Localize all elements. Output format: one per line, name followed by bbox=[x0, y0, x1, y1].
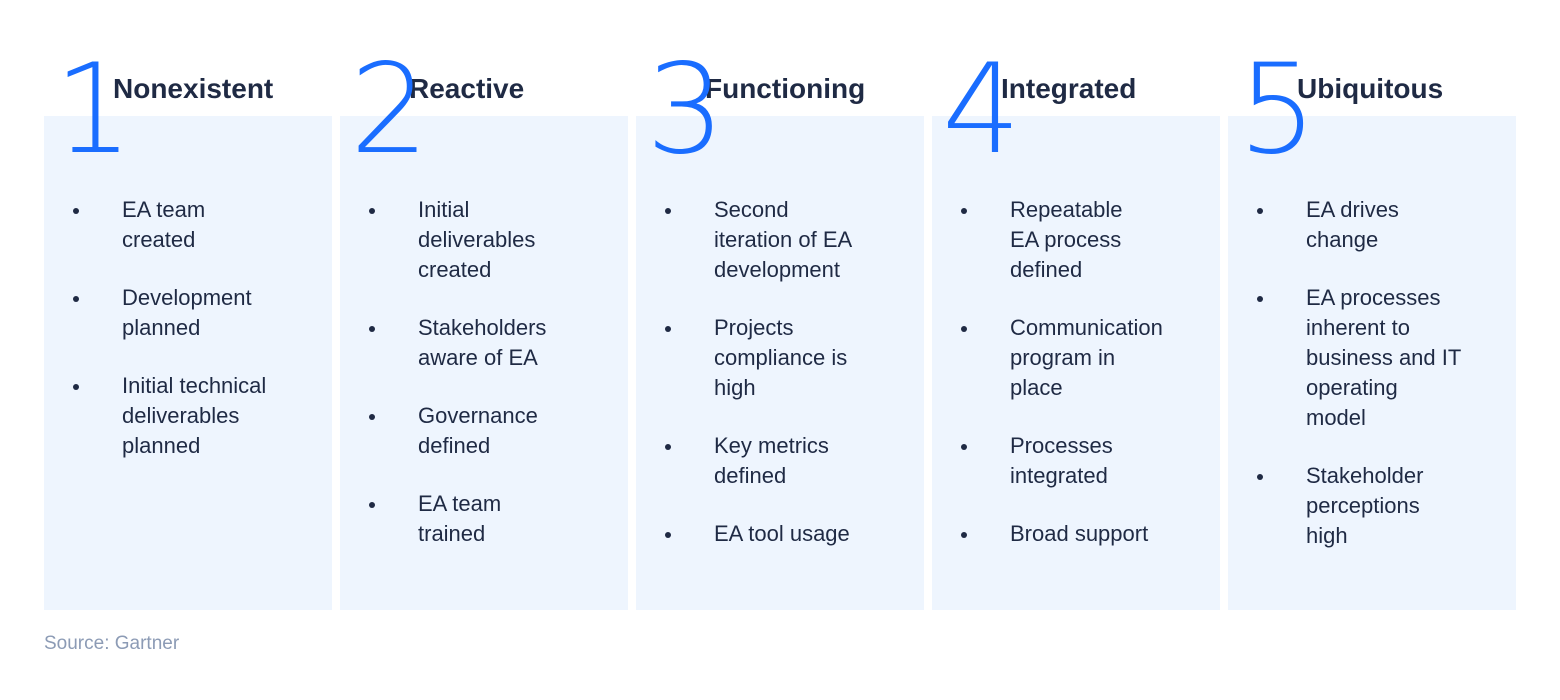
list-item: Projects compliance is high bbox=[636, 313, 924, 403]
list-item: Broad support bbox=[932, 519, 1220, 549]
bullet-icon bbox=[665, 532, 671, 538]
stage-column: 4 Integrated Repeatable EA process defin… bbox=[932, 0, 1220, 610]
bullet-icon bbox=[961, 444, 967, 450]
list-item-text: Governance defined bbox=[418, 403, 538, 458]
stage-title: Functioning bbox=[705, 73, 866, 104]
list-item-text: Processes integrated bbox=[1010, 433, 1113, 488]
stage-list: Initial deliverables created Stakeholders… bbox=[340, 195, 628, 577]
list-item-text: EA team created bbox=[122, 197, 206, 252]
stage-column: 5 Ubiquitous EA drives change EA processe… bbox=[1228, 0, 1516, 610]
list-item-text: Initial deliverables created bbox=[418, 197, 536, 282]
bullet-icon bbox=[665, 444, 671, 450]
list-item: EA team created bbox=[44, 195, 332, 255]
list-item-text: Communication program in place bbox=[1010, 315, 1163, 400]
list-item: Stakeholders aware of EA bbox=[340, 313, 628, 373]
bullet-icon bbox=[665, 326, 671, 332]
list-item-text: Development planned bbox=[122, 285, 252, 340]
list-item: Repeatable EA process defined bbox=[932, 195, 1220, 285]
list-item: Governance defined bbox=[340, 401, 628, 461]
list-item: Second iteration of EA development bbox=[636, 195, 924, 285]
stage-number: 2 bbox=[350, 38, 429, 182]
bullet-icon bbox=[369, 208, 375, 214]
list-item-text: EA drives change bbox=[1306, 197, 1399, 252]
list-item-text: EA team trained bbox=[418, 491, 502, 546]
stage-title: Ubiquitous bbox=[1297, 73, 1444, 104]
stage-number: 1 bbox=[54, 38, 133, 182]
list-item: EA drives change bbox=[1228, 195, 1516, 255]
list-item: EA team trained bbox=[340, 489, 628, 549]
bullet-icon bbox=[369, 326, 375, 332]
bullet-icon bbox=[73, 208, 79, 214]
list-item-text: EA processes inherent to business and IT… bbox=[1306, 285, 1462, 430]
stage-number: 5 bbox=[1238, 38, 1317, 182]
list-item: Processes integrated bbox=[932, 431, 1220, 491]
list-item-text: Stakeholders aware of EA bbox=[418, 315, 547, 370]
list-item-text: Broad support bbox=[1010, 521, 1149, 546]
bullet-icon bbox=[961, 208, 967, 214]
bullet-icon bbox=[369, 502, 375, 508]
list-item: Development planned bbox=[44, 283, 332, 343]
bullet-icon bbox=[961, 532, 967, 538]
bullet-icon bbox=[1257, 208, 1263, 214]
bullet-icon bbox=[961, 326, 967, 332]
bullet-icon bbox=[73, 384, 79, 390]
bullet-icon bbox=[369, 414, 375, 420]
list-item: EA processes inherent to business and IT… bbox=[1228, 283, 1516, 433]
source-note: Source: Gartner bbox=[44, 633, 180, 654]
bullet-icon bbox=[73, 296, 79, 302]
stage-column: 1 Nonexistent EA team created Development… bbox=[44, 0, 332, 610]
list-item-text: Projects compliance is high bbox=[714, 315, 848, 400]
bullet-icon bbox=[1257, 474, 1263, 480]
list-item-text: Stakeholder perceptions high bbox=[1306, 463, 1424, 548]
stage-column: 2 Reactive Initial deliverables created S… bbox=[340, 0, 628, 610]
bullet-icon bbox=[665, 208, 671, 214]
list-item: Communication program in place bbox=[932, 313, 1220, 403]
stage-list: Second iteration of EA development Projec… bbox=[636, 195, 924, 577]
list-item-text: Initial technical deliverables planned bbox=[122, 373, 267, 458]
list-item-text: EA tool usage bbox=[714, 521, 850, 546]
list-item: Key metrics defined bbox=[636, 431, 924, 491]
list-item: Initial technical deliverables planned bbox=[44, 371, 332, 461]
bullet-icon bbox=[1257, 296, 1263, 302]
list-item: EA tool usage bbox=[636, 519, 924, 549]
stage-title: Nonexistent bbox=[113, 73, 274, 104]
list-item: Stakeholder perceptions high bbox=[1228, 461, 1516, 551]
stage-column: 3 Functioning Second iteration of EA dev… bbox=[636, 0, 924, 610]
stage-list: EA team created Development planned Initia… bbox=[44, 195, 332, 489]
list-item-text: Key metrics defined bbox=[714, 433, 829, 488]
stage-title: Integrated bbox=[1001, 73, 1137, 104]
stage-number: 4 bbox=[942, 38, 1021, 182]
stage-list: EA drives change EA processes inherent to… bbox=[1228, 195, 1516, 579]
stage-number: 3 bbox=[646, 38, 725, 182]
list-item-text: Repeatable EA process defined bbox=[1010, 197, 1123, 282]
list-item-text: Second iteration of EA development bbox=[714, 197, 853, 282]
stage-list: Repeatable EA process defined Communicati… bbox=[932, 195, 1220, 577]
list-item: Initial deliverables created bbox=[340, 195, 628, 285]
